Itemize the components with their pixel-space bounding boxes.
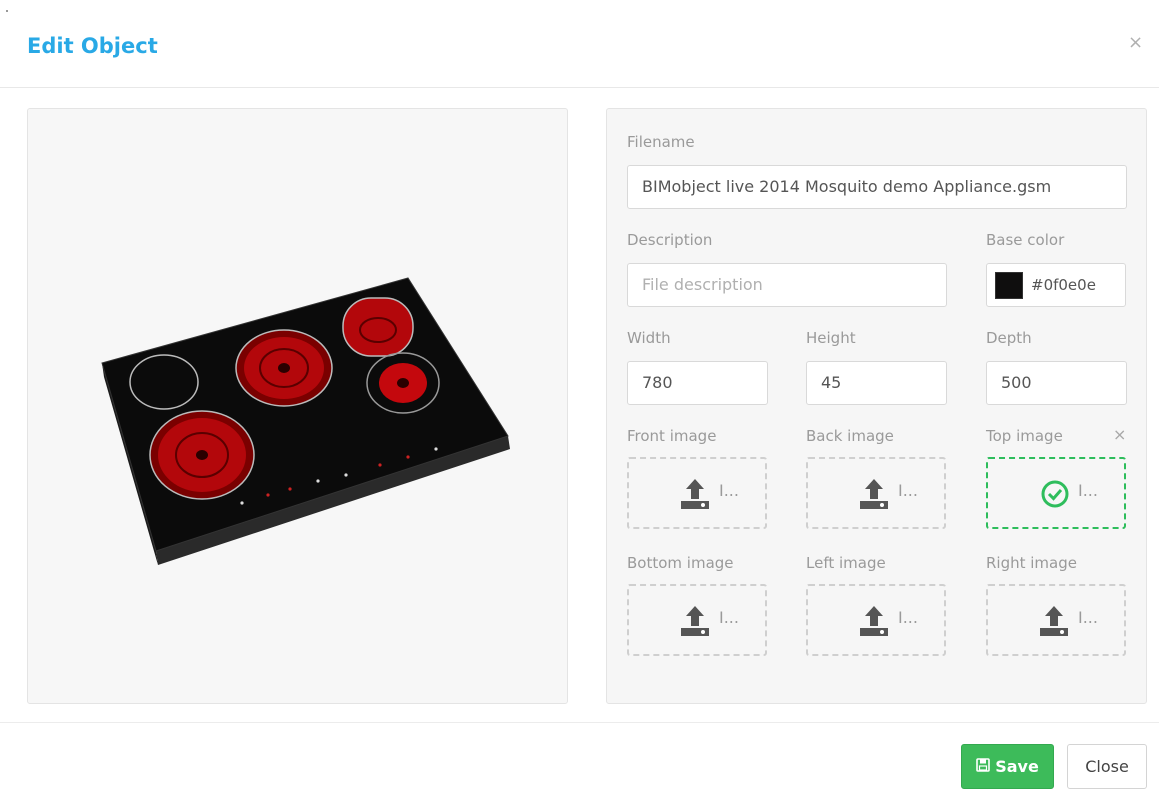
close-icon[interactable]: × — [1128, 32, 1143, 53]
width-label: Width — [627, 329, 671, 347]
filename-input[interactable]: BIMobject live 2014 Mosquito demo Applia… — [627, 165, 1127, 209]
close-button[interactable]: Close — [1067, 744, 1147, 789]
upload-icon — [858, 477, 890, 515]
right-image-dropzone[interactable]: I... — [986, 584, 1126, 656]
back-image-label: Back image — [806, 427, 894, 445]
left-image-text: I... — [898, 608, 918, 627]
bottom-image-label: Bottom image — [627, 554, 734, 572]
base-color-input[interactable]: #0f0e0e — [986, 263, 1126, 307]
footer-divider — [0, 722, 1159, 723]
upload-icon — [679, 604, 711, 642]
dialog-title: Edit Object — [27, 34, 158, 58]
height-label: Height — [806, 329, 856, 347]
front-image-dropzone[interactable]: I... — [627, 457, 767, 529]
upload-icon — [679, 477, 711, 515]
save-button[interactable]: Save — [961, 744, 1054, 789]
object-form: Filename BIMobject live 2014 Mosquito de… — [606, 108, 1147, 704]
back-image-dropzone[interactable]: I... — [806, 457, 946, 529]
top-image-dropzone[interactable]: I... — [986, 457, 1126, 529]
depth-input[interactable]: 500 — [986, 361, 1127, 405]
front-image-text: I... — [719, 481, 739, 500]
cooktop-render — [101, 277, 510, 565]
bottom-image-dropzone[interactable]: I... — [627, 584, 767, 656]
color-swatch[interactable] — [995, 272, 1023, 299]
front-image-label: Front image — [627, 427, 717, 445]
height-input[interactable]: 45 — [806, 361, 947, 405]
right-image-label: Right image — [986, 554, 1077, 572]
remove-top-image-icon[interactable]: × — [1113, 425, 1126, 444]
floppy-disk-icon — [976, 745, 990, 788]
description-input[interactable]: File description — [627, 263, 947, 307]
back-image-text: I... — [898, 481, 918, 500]
top-image-label: Top image — [986, 427, 1063, 445]
description-label: Description — [627, 231, 713, 249]
object-preview[interactable] — [27, 108, 568, 704]
upload-icon — [1038, 604, 1070, 642]
width-input[interactable]: 780 — [627, 361, 768, 405]
bottom-image-text: I... — [719, 608, 739, 627]
dialog-header: Edit Object × — [0, 0, 1159, 88]
filename-label: Filename — [627, 133, 695, 151]
save-label: Save — [995, 757, 1039, 776]
left-image-label: Left image — [806, 554, 886, 572]
upload-icon — [858, 604, 890, 642]
check-circle-icon — [1040, 479, 1070, 513]
top-image-text: I... — [1078, 481, 1098, 500]
depth-label: Depth — [986, 329, 1032, 347]
right-image-text: I... — [1078, 608, 1098, 627]
base-color-value: #0f0e0e — [1031, 276, 1096, 294]
base-color-label: Base color — [986, 231, 1065, 249]
left-image-dropzone[interactable]: I... — [806, 584, 946, 656]
